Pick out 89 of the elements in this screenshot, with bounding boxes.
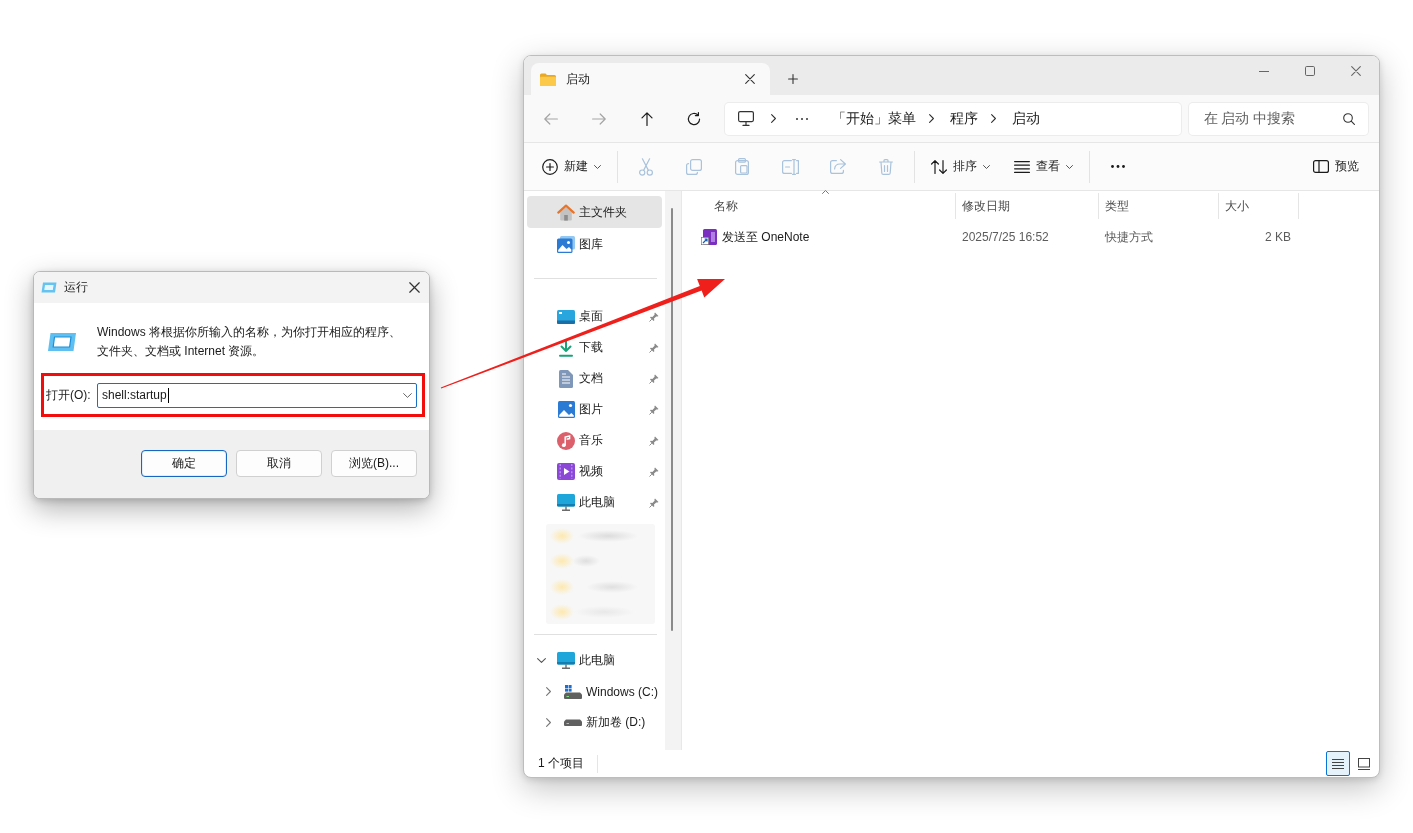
file-name[interactable]: 发送至 OneNote	[722, 228, 810, 246]
trash-icon	[879, 158, 893, 175]
close-icon	[745, 74, 755, 84]
app-shortcut-icon	[701, 229, 717, 245]
field-label: 打开(O):	[46, 386, 91, 404]
tile-view-icon	[1358, 757, 1370, 770]
music-note-icon	[557, 431, 575, 450]
folder-icon	[540, 72, 556, 86]
share-icon	[830, 159, 846, 174]
desktop-icon	[557, 309, 575, 324]
chevron-right-icon[interactable]	[545, 718, 551, 727]
chevron-right-icon	[991, 114, 997, 123]
command-field[interactable]: shell:startup	[97, 382, 417, 408]
left-arrow-icon	[543, 112, 558, 125]
drive-icon	[564, 719, 582, 726]
chevron-right-icon[interactable]	[545, 687, 551, 696]
picture-icon	[557, 401, 575, 418]
more-icon	[1111, 165, 1125, 168]
details-lines-icon	[1332, 758, 1344, 769]
preview-button[interactable]: 预览	[1305, 150, 1367, 183]
refresh-icon	[687, 111, 702, 126]
window-title: 运行	[64, 279, 88, 296]
sidebar-item[interactable]: 图片	[527, 394, 662, 425]
tab[interactable]: 启动	[531, 63, 770, 95]
sidebar-item[interactable]: 视频	[527, 456, 662, 487]
sort-button[interactable]: 排序	[923, 150, 998, 183]
download-arrow-icon	[559, 338, 573, 357]
column-header[interactable]: 大小	[1219, 193, 1299, 219]
sidebar-item[interactable]: 此电脑	[527, 645, 662, 676]
search-field[interactable]: 在 启动 中搜索	[1188, 102, 1368, 135]
details-view-button[interactable]	[1326, 751, 1350, 776]
table-cell-text: 2 KB	[1264, 229, 1292, 246]
dialog-button[interactable]: 确定	[141, 450, 227, 477]
close-icon	[1351, 66, 1361, 76]
monitor-icon	[738, 111, 755, 126]
address-bar[interactable]: 「开始」菜单 程序 启动	[725, 102, 1181, 135]
chevron-right-icon	[929, 114, 935, 123]
sidebar-item[interactable]: 新加卷 (D:)	[527, 707, 662, 738]
chevron-down-icon[interactable]	[536, 658, 546, 663]
monitor-icon	[557, 494, 575, 511]
run-icon	[47, 332, 77, 352]
rename-icon	[781, 158, 799, 175]
drive-icon	[564, 684, 582, 699]
run-icon	[41, 282, 57, 293]
breadcrumb-item[interactable]: 程序	[946, 106, 983, 131]
video-icon	[557, 463, 575, 480]
more-icon	[796, 117, 809, 120]
house-icon	[557, 203, 575, 221]
table-cell-text: 快捷方式	[1104, 228, 1154, 246]
document-icon	[559, 369, 573, 388]
scissors-icon	[639, 157, 653, 176]
chevron-down-icon[interactable]	[403, 392, 412, 398]
lines-icon	[1014, 160, 1030, 173]
clipboard-icon	[735, 158, 749, 175]
breadcrumb-item[interactable]: 启动	[1008, 106, 1045, 131]
dialog-button[interactable]: 取消	[236, 450, 322, 477]
column-header[interactable]: 修改日期	[956, 193, 1099, 219]
sidebar-item[interactable]: 图库	[527, 228, 662, 260]
chevron-right-icon	[771, 114, 777, 123]
text-cursor	[167, 387, 169, 403]
scrollbar-thumb[interactable]	[671, 208, 673, 631]
gallery-icon	[557, 235, 575, 253]
column-header[interactable]: 类型	[1099, 193, 1219, 219]
description-text: Windows 将根据你所输入的名称，为你打开相应的程序、文件夹、文档或 Internet 资源。	[97, 324, 402, 360]
preview-pane-icon	[1313, 160, 1329, 173]
item-count: 1 个项目	[538, 754, 598, 773]
plus-circle-icon	[542, 158, 558, 175]
sidebar-item[interactable]: Windows (C:)	[527, 676, 662, 707]
sort-arrows-icon	[931, 159, 947, 174]
column-header[interactable]: 名称	[696, 193, 956, 219]
sidebar-item[interactable]: 主文件夹	[527, 196, 662, 228]
dialog-button[interactable]: 浏览(B)...	[331, 450, 417, 477]
view-button[interactable]: 查看	[1006, 150, 1081, 183]
table-cell-text: 2025/7/25 16:52	[961, 229, 1050, 246]
minimize-icon	[1259, 70, 1269, 72]
copy-icon	[686, 158, 702, 175]
new-button[interactable]: 新建	[534, 150, 609, 183]
search-icon	[1343, 112, 1355, 125]
sidebar-item[interactable]: 下载	[527, 332, 662, 363]
plus-icon	[788, 74, 798, 84]
monitor-icon	[557, 652, 575, 669]
sidebar-item[interactable]: 此电脑	[527, 487, 662, 518]
sidebar-item[interactable]: 文档	[527, 363, 662, 394]
up-arrow-icon	[640, 111, 653, 126]
close-icon	[408, 282, 420, 293]
breadcrumb-item[interactable]: 「开始」菜单	[828, 106, 921, 131]
right-arrow-icon	[591, 112, 606, 125]
sidebar-item[interactable]: 音乐	[527, 425, 662, 456]
maximize-icon	[1305, 66, 1315, 76]
